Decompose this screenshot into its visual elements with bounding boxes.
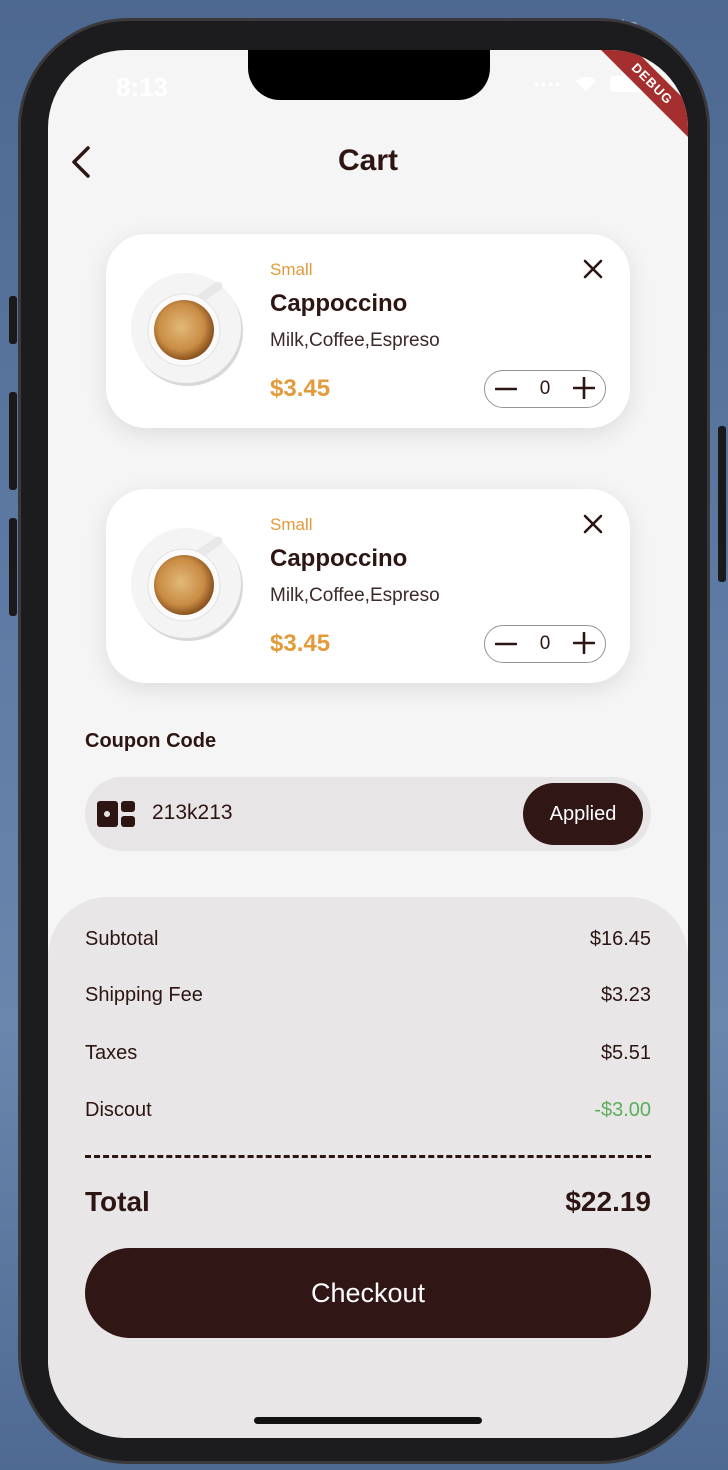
mute-switch xyxy=(9,296,17,344)
taxes-label: Taxes xyxy=(85,1042,138,1064)
notch xyxy=(248,50,490,100)
item-name: Cappoccino xyxy=(270,545,408,572)
wifi-icon xyxy=(576,76,596,91)
total-value: $22.19 xyxy=(565,1186,651,1217)
taxes-value: $5.51 xyxy=(600,1042,651,1064)
coupon-label: Coupon Code xyxy=(85,730,217,752)
total-label: Total xyxy=(85,1186,150,1217)
close-icon[interactable] xyxy=(582,258,604,280)
dashed-divider xyxy=(85,1155,651,1158)
item-description: Milk,Coffee,Espreso xyxy=(270,585,440,606)
item-description: Milk,Coffee,Espreso xyxy=(270,330,440,351)
discount-label: Discout xyxy=(85,1099,152,1121)
volume-down-button xyxy=(9,518,17,616)
item-size: Small xyxy=(270,515,313,534)
coupon-icon xyxy=(97,801,135,827)
plus-icon[interactable] xyxy=(573,377,595,399)
plus-icon[interactable] xyxy=(573,632,595,654)
header: Cart xyxy=(48,140,688,184)
signal-icon: •••• xyxy=(534,76,562,92)
checkout-button[interactable]: Checkout xyxy=(85,1248,651,1338)
close-icon[interactable] xyxy=(582,513,604,535)
item-price: $3.45 xyxy=(270,375,331,402)
coupon-field[interactable]: 213k213 Applied xyxy=(85,777,651,851)
status-icons: •••• xyxy=(534,76,644,92)
quantity-stepper: 0 xyxy=(484,625,606,663)
volume-up-button xyxy=(9,392,17,490)
subtotal-value: $16.45 xyxy=(589,928,651,950)
status-time: 8:13 xyxy=(116,72,169,102)
applied-button[interactable]: Applied xyxy=(523,783,643,845)
shipping-value: $3.23 xyxy=(600,984,651,1006)
power-button xyxy=(718,426,726,582)
cart-item-card: Small Cappoccino Milk,Coffee,Espreso $3.… xyxy=(106,234,630,428)
item-name: Cappoccino xyxy=(270,290,408,317)
quantity-stepper: 0 xyxy=(484,370,606,408)
order-summary: Subtotal $16.45 Shipping Fee $3.23 Taxes… xyxy=(48,897,688,1438)
shipping-label: Shipping Fee xyxy=(85,984,203,1006)
page-title: Cart xyxy=(337,144,398,177)
coffee-cup-image xyxy=(131,273,243,386)
home-indicator[interactable] xyxy=(254,1417,482,1424)
coffee-cup-image xyxy=(131,528,243,641)
subtotal-label: Subtotal xyxy=(85,928,159,950)
item-price: $3.45 xyxy=(270,630,331,657)
coupon-code-value: 213k213 xyxy=(152,801,233,824)
app-screen: 8:13 •••• DEBUG Cart Small Cappoccino Mi… xyxy=(48,50,688,1438)
discount-value: -$3.00 xyxy=(594,1099,651,1121)
item-size: Small xyxy=(270,260,313,279)
cart-item-card: Small Cappoccino Milk,Coffee,Espreso $3.… xyxy=(106,489,630,683)
